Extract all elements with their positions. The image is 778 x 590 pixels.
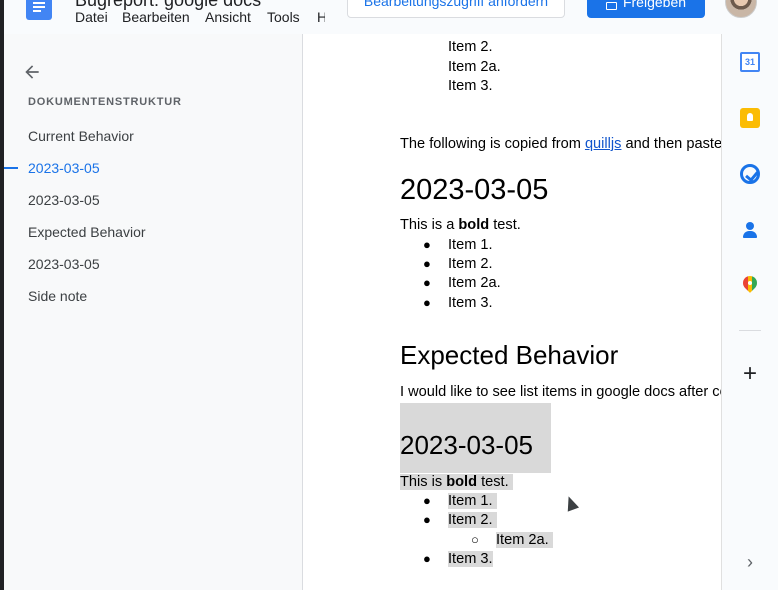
keep-icon[interactable]	[740, 108, 760, 128]
list-item: Item 3.	[448, 78, 493, 94]
menu-file[interactable]: Datei	[75, 9, 108, 25]
sub-bullet-icon: ○	[471, 532, 479, 547]
bullet-icon: ●	[423, 512, 431, 527]
bullet-icon: ●	[423, 295, 431, 310]
outline-heading: DOKUMENTENSTRUKTUR	[28, 96, 182, 108]
chevron-right-icon[interactable]: ›	[740, 552, 760, 572]
outline-item-current-behavior[interactable]: Current Behavior	[28, 128, 134, 144]
list-item-selected: Item 3.	[448, 551, 493, 567]
bold-test-paragraph: This is a bold test.	[400, 217, 521, 233]
share-button[interactable]: Freigeben	[587, 0, 705, 18]
heading-2023-03-05: 2023-03-05	[400, 174, 549, 206]
request-access-button[interactable]: Bearbeitungszugriff anfordern	[347, 0, 565, 18]
maps-icon[interactable]	[740, 276, 760, 296]
active-outline-marker	[4, 167, 18, 169]
docs-logo-icon[interactable]	[26, 0, 52, 20]
outline-item-side-note[interactable]: Side note	[28, 288, 87, 304]
list-item: Item 2a.	[448, 59, 501, 75]
bullet-icon: ●	[423, 256, 431, 271]
list-item: Item 2.	[448, 39, 493, 55]
side-panel-divider	[739, 330, 761, 331]
quilljs-link[interactable]: quilljs	[585, 136, 622, 152]
bullet-icon: ●	[423, 551, 431, 566]
top-bar: Bugreport: google docs Datei Bearbeiten …	[4, 0, 778, 34]
plus-icon[interactable]: +	[740, 362, 760, 386]
menu-help[interactable]: Hilfe	[317, 9, 325, 25]
calendar-icon[interactable]: 31	[740, 52, 760, 72]
google-docs-window: Bugreport: google docs Datei Bearbeiten …	[0, 0, 778, 590]
menu-tools[interactable]: Tools	[267, 9, 300, 25]
outline-item-2023-03-05[interactable]: 2023-03-05	[28, 192, 100, 208]
list-item-selected: Item 2.	[448, 512, 497, 528]
outline-item-expected-behavior[interactable]: Expected Behavior	[28, 224, 146, 240]
side-panel: 31 + ›	[721, 34, 778, 590]
heading-2023-03-05-selected: 2023-03-05	[400, 430, 533, 460]
share-button-label: Freigeben	[622, 0, 687, 10]
mouse-cursor-icon	[562, 494, 580, 512]
tasks-icon[interactable]	[740, 164, 760, 184]
menu-edit[interactable]: Bearbeiten	[122, 9, 190, 25]
contacts-icon[interactable]	[740, 220, 760, 240]
avatar[interactable]	[725, 0, 757, 18]
outline-item-2023-03-05-active[interactable]: 2023-03-05	[28, 160, 100, 176]
list-item-selected: Item 1.	[448, 493, 497, 509]
outline-item-2023-03-05-second[interactable]: 2023-03-05	[28, 256, 100, 272]
bullet-icon: ●	[423, 237, 431, 252]
document-outline-panel: DOKUMENTENSTRUKTUR Current Behavior 2023…	[4, 34, 302, 590]
list-item: Item 2a.	[448, 275, 501, 291]
list-item: Item 2.	[448, 256, 493, 272]
document-page[interactable]: Item 2. Item 2a. Item 3. The following i…	[302, 34, 722, 590]
document-canvas: Item 2. Item 2a. Item 3. The following i…	[302, 34, 722, 590]
copied-paragraph: The following is copied from quilljs and…	[400, 136, 722, 152]
list-item: Item 1.	[448, 237, 493, 253]
bullet-icon: ●	[423, 275, 431, 290]
arrow-back-icon[interactable]	[22, 62, 42, 82]
list-item: Item 3.	[448, 295, 493, 311]
list-item-selected: Item 2a.	[496, 532, 553, 548]
lock-icon	[605, 2, 617, 10]
expected-paragraph: I would like to see list items in google…	[400, 384, 722, 400]
heading-expected-behavior: Expected Behavior	[400, 340, 619, 370]
bullet-icon: ●	[423, 493, 431, 508]
bold-test-paragraph-selected: This is bold test.	[400, 474, 513, 490]
menu-view[interactable]: Ansicht	[205, 9, 251, 25]
